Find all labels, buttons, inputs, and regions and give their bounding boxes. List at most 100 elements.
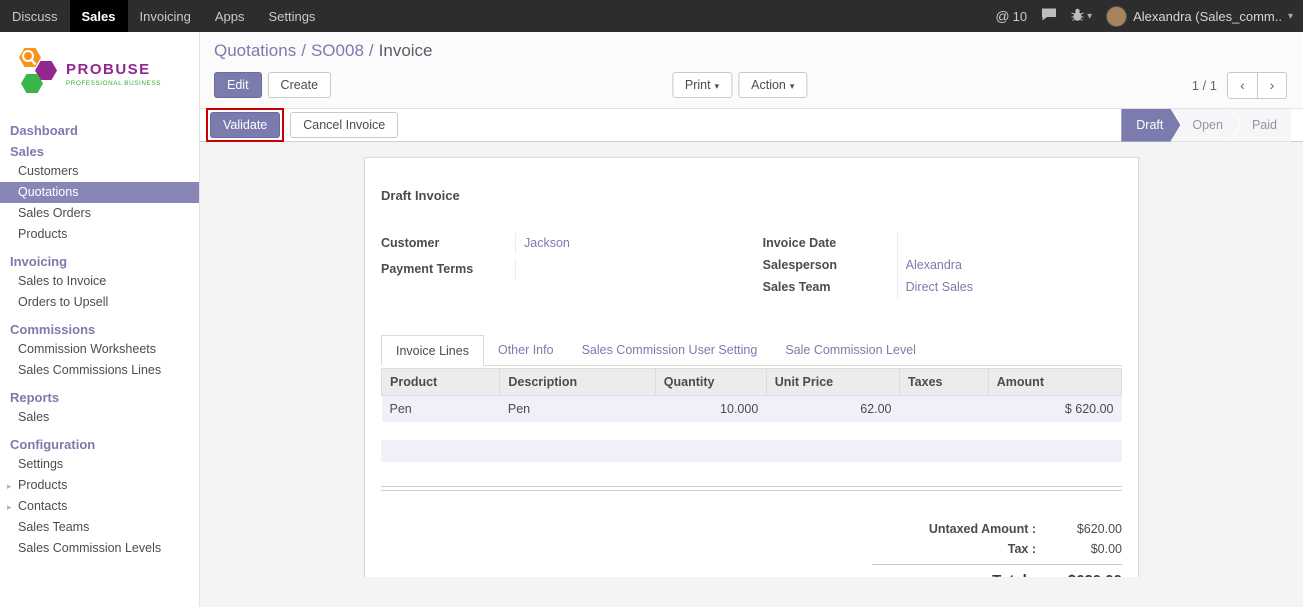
sidebar-item-sales-teams[interactable]: Sales Teams — [0, 517, 199, 538]
untaxed-amount-label: Untaxed Amount : — [872, 522, 1050, 536]
total-row: Total : $620.00 — [872, 564, 1122, 577]
nav-item-discuss[interactable]: Discuss — [0, 0, 70, 32]
sidebar-item-config-contacts[interactable]: ▸ Contacts — [0, 496, 199, 517]
sidebar-heading-commissions[interactable]: Commissions — [0, 318, 199, 339]
col-product: Product — [382, 369, 500, 396]
tab-other-info[interactable]: Other Info — [484, 335, 568, 366]
sidebar-item-settings[interactable]: Settings — [0, 454, 199, 475]
logo-subtitle: PROFESSIONAL BUSINESS — [66, 80, 161, 87]
table-header-row: Product Description Quantity Unit Price … — [382, 369, 1122, 396]
sidebar-item-reports-sales[interactable]: Sales — [0, 407, 199, 428]
payment-terms-label: Payment Terms — [381, 259, 515, 280]
caret-down-icon: ▾ — [790, 81, 795, 91]
sidebar-item-sales-orders[interactable]: Sales Orders — [0, 203, 199, 224]
customer-label: Customer — [381, 233, 515, 254]
caret-down-icon: ▾ — [1288, 11, 1293, 22]
col-description: Description — [500, 369, 655, 396]
sidebar-item-sales-commission-levels[interactable]: Sales Commission Levels — [0, 538, 199, 559]
invoice-sheet: Draft Invoice Customer Jackson Payment T… — [364, 157, 1139, 577]
sidebar-item-commission-worksheets[interactable]: Commission Worksheets — [0, 339, 199, 360]
action-button[interactable]: Action ▾ — [738, 72, 807, 98]
tax-value: $0.00 — [1050, 542, 1122, 556]
field-salesperson: Salesperson Alexandra — [763, 255, 1122, 276]
sales-team-label: Sales Team — [763, 277, 897, 298]
sidebar-item-label: Contacts — [18, 499, 67, 513]
status-open[interactable]: Open — [1171, 109, 1240, 142]
untaxed-amount-value: $620.00 — [1050, 522, 1122, 536]
messages-menu[interactable] — [1041, 8, 1057, 24]
pager-next-button[interactable]: › — [1257, 72, 1287, 99]
tab-sales-commission-user-setting[interactable]: Sales Commission User Setting — [568, 335, 772, 366]
sidebar-heading-configuration[interactable]: Configuration — [0, 433, 199, 454]
app-logo: PROBUSE PROFESSIONAL BUSINESS — [0, 32, 199, 119]
status-pipeline: Draft Open Paid — [1121, 109, 1291, 142]
sidebar-item-orders-to-upsell[interactable]: Orders to Upsell — [0, 292, 199, 313]
col-amount: Amount — [988, 369, 1121, 396]
print-button[interactable]: Print▾ — [672, 72, 732, 98]
bug-icon — [1071, 8, 1084, 24]
customer-value[interactable]: Jackson — [515, 233, 740, 254]
pager: 1 / 1 ‹ › — [1192, 72, 1287, 99]
debug-menu[interactable]: ▾ — [1071, 8, 1092, 24]
invoice-date-value — [897, 233, 1122, 254]
print-label: Print — [685, 78, 711, 92]
untaxed-amount-row: Untaxed Amount : $620.00 — [872, 519, 1122, 539]
edit-button[interactable]: Edit — [214, 72, 262, 98]
nav-item-apps[interactable]: Apps — [203, 0, 257, 32]
cell-product: Pen — [382, 396, 500, 423]
action-label: Action — [751, 78, 786, 92]
sidebar-item-products[interactable]: Products — [0, 224, 199, 245]
breadcrumb-quotations[interactable]: Quotations — [214, 41, 296, 60]
status-paid[interactable]: Paid — [1231, 109, 1291, 142]
app-menu: Discuss Sales Invoicing Apps Settings — [0, 0, 327, 32]
nav-item-invoicing[interactable]: Invoicing — [128, 0, 203, 32]
sidebar-item-sales-to-invoice[interactable]: Sales to Invoice — [0, 271, 199, 292]
sidebar: PROBUSE PROFESSIONAL BUSINESS Dashboard … — [0, 32, 200, 607]
validate-button[interactable]: Validate — [210, 112, 280, 138]
sidebar-heading-invoicing[interactable]: Invoicing — [0, 250, 199, 271]
field-sales-team: Sales Team Direct Sales — [763, 277, 1122, 298]
invoice-lines-table: Product Description Quantity Unit Price … — [381, 368, 1122, 422]
control-panel: Quotations/SO008/Invoice Edit Create Pri… — [200, 32, 1303, 108]
sidebar-heading-dashboard[interactable]: Dashboard — [0, 119, 199, 140]
create-button[interactable]: Create — [268, 72, 332, 98]
breadcrumb-separator: / — [369, 41, 374, 60]
breadcrumb-current: Invoice — [379, 41, 433, 60]
salesperson-value[interactable]: Alexandra — [897, 255, 1122, 276]
tab-sale-commission-level[interactable]: Sale Commission Level — [771, 335, 930, 366]
table-row[interactable]: Pen Pen 10.000 62.00 $ 620.00 — [382, 396, 1122, 423]
col-unit-price: Unit Price — [766, 369, 899, 396]
sidebar-heading-reports[interactable]: Reports — [0, 386, 199, 407]
statusbar: Validate Cancel Invoice Draft Open Paid — [200, 108, 1303, 142]
tax-row: Tax : $0.00 — [872, 539, 1122, 559]
sales-team-value[interactable]: Direct Sales — [897, 277, 1122, 298]
sidebar-item-config-products[interactable]: ▸ Products — [0, 475, 199, 496]
payment-terms-value — [515, 259, 740, 280]
user-menu[interactable]: Alexandra (Sales_comm.. ▾ — [1106, 6, 1293, 27]
breadcrumb-so008[interactable]: SO008 — [311, 41, 364, 60]
logo-title: PROBUSE — [66, 61, 161, 78]
sidebar-heading-sales[interactable]: Sales — [0, 140, 199, 161]
field-groups: Customer Jackson Payment Terms Invoice D… — [381, 233, 1122, 299]
tax-label: Tax : — [872, 542, 1050, 556]
expand-arrow-icon: ▸ — [7, 479, 12, 493]
totals-block: Untaxed Amount : $620.00 Tax : $0.00 Tot… — [872, 519, 1122, 577]
sidebar-item-customers[interactable]: Customers — [0, 161, 199, 182]
nav-item-sales[interactable]: Sales — [70, 0, 128, 32]
validate-highlight-box: Validate — [206, 108, 284, 142]
activities-menu[interactable]: @ 10 — [995, 8, 1027, 24]
col-quantity: Quantity — [655, 369, 766, 396]
cancel-invoice-button[interactable]: Cancel Invoice — [290, 112, 398, 138]
nav-item-settings[interactable]: Settings — [256, 0, 327, 32]
notebook-tabs: Invoice Lines Other Info Sales Commissio… — [381, 335, 1122, 366]
top-navbar: Discuss Sales Invoicing Apps Settings @ … — [0, 0, 1303, 32]
status-draft[interactable]: Draft — [1121, 109, 1180, 142]
tab-invoice-lines[interactable]: Invoice Lines — [381, 335, 484, 366]
cell-amount: $ 620.00 — [988, 396, 1121, 423]
sidebar-item-sales-commissions-lines[interactable]: Sales Commissions Lines — [0, 360, 199, 381]
cell-quantity: 10.000 — [655, 396, 766, 423]
topbar-right: @ 10 ▾ Alexandra (Sales_comm.. ▾ — [995, 0, 1303, 32]
sidebar-item-quotations[interactable]: Quotations — [0, 182, 199, 203]
total-label: Total : — [872, 572, 1050, 577]
pager-prev-button[interactable]: ‹ — [1227, 72, 1257, 99]
